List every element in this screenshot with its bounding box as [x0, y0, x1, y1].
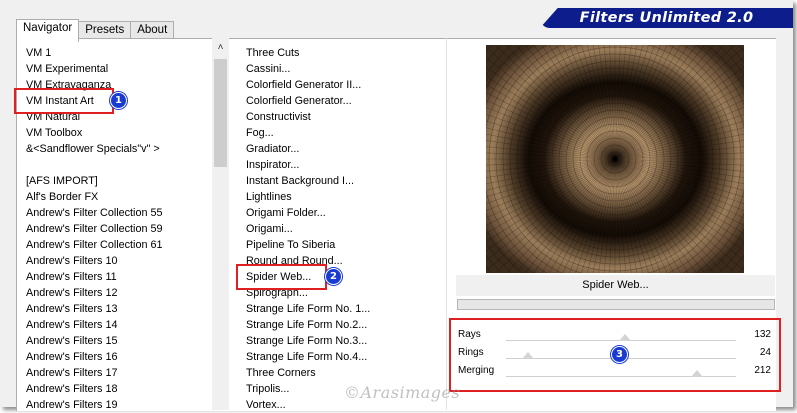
tab-navigator[interactable]: Navigator — [16, 19, 80, 42]
category-list-item[interactable]: Andrew's Filter Collection 61 — [26, 237, 216, 253]
category-scrollbar[interactable]: ˄ — [212, 38, 229, 410]
filter-list-item[interactable]: Strange Life Form No.2... — [246, 317, 446, 333]
filter-list-item[interactable]: Three Cuts — [246, 45, 446, 61]
category-list-item[interactable]: Andrew's Filters 15 — [26, 333, 216, 349]
filter-list-item[interactable]: Gradiator... — [246, 141, 446, 157]
category-list-item — [26, 157, 216, 173]
marker-3: 3 — [611, 346, 628, 363]
filter-list-item[interactable]: Lightlines — [246, 189, 446, 205]
filter-list-item[interactable]: Origami Folder... — [246, 205, 446, 221]
category-list-item[interactable]: [AFS IMPORT] — [26, 173, 216, 189]
filter-list-item[interactable]: Strange Life Form No. 1... — [246, 301, 446, 317]
category-list-item[interactable]: Andrew's Filter Collection 55 — [26, 205, 216, 221]
filter-list: Three Cuts Cassini... Colorfield Generator… — [246, 45, 446, 413]
filter-list-item[interactable]: Colorfield Generator... — [246, 93, 446, 109]
filter-preview-image — [486, 45, 744, 273]
progress-bar — [457, 299, 775, 310]
filter-list-item[interactable]: Origami... — [246, 221, 446, 237]
category-list-item[interactable]: Andrew's Filters 16 — [26, 349, 216, 365]
highlight-category — [14, 88, 114, 114]
marker-2: 2 — [325, 268, 342, 285]
filter-list-item[interactable]: Three Corners — [246, 365, 446, 381]
category-list-item[interactable]: Andrew's Filters 11 — [26, 269, 216, 285]
scrollbar-thumb[interactable] — [214, 59, 227, 167]
category-list-item[interactable]: &<Sandflower Specials"v" > — [26, 141, 216, 157]
category-list-item[interactable]: VM 1 — [26, 45, 216, 61]
filter-list-item[interactable]: Strange Life Form No.4... — [246, 349, 446, 365]
filter-list-item[interactable]: Fog... — [246, 125, 446, 141]
category-list-item[interactable]: Andrew's Filters 12 — [26, 285, 216, 301]
filter-list-item[interactable]: Inspirator... — [246, 157, 446, 173]
preview-divider — [446, 38, 447, 410]
app-title: Filters Unlimited 2.0 — [579, 10, 754, 26]
spider-web-preview — [486, 45, 744, 273]
watermark: ©Arasimages — [344, 383, 461, 402]
preview-filter-name: Spider Web... — [456, 275, 775, 296]
filter-list-item[interactable]: Instant Background I... — [246, 173, 446, 189]
scroll-up-icon[interactable]: ˄ — [214, 42, 227, 54]
category-list-item[interactable]: Andrew's Filters 14 — [26, 317, 216, 333]
filter-list-item[interactable]: Cassini... — [246, 61, 446, 77]
highlight-filter — [236, 264, 327, 290]
category-list-item[interactable]: Andrew's Filters 17 — [26, 365, 216, 381]
filter-list-item[interactable]: Pipeline To Siberia — [246, 237, 446, 253]
category-list-item[interactable]: Andrew's Filters 18 — [26, 381, 216, 397]
filter-list-item[interactable]: Colorfield Generator II... — [246, 77, 446, 93]
filter-list-item[interactable]: Constructivist — [246, 109, 446, 125]
category-list-item[interactable]: Andrew's Filter Collection 59 — [26, 221, 216, 237]
category-list-item[interactable]: Alf's Border FX — [26, 189, 216, 205]
marker-1: 1 — [110, 92, 127, 109]
tab-bar: Navigator Presets About — [16, 19, 175, 42]
category-list-item[interactable]: Andrew's Filters 10 — [26, 253, 216, 269]
category-list-item[interactable]: Andrew's Filters 13 — [26, 301, 216, 317]
filter-list-item[interactable]: Strange Life Form No.3... — [246, 333, 446, 349]
category-list-item[interactable]: VM Toolbox — [26, 125, 216, 141]
category-list-item[interactable]: VM Experimental — [26, 61, 216, 77]
